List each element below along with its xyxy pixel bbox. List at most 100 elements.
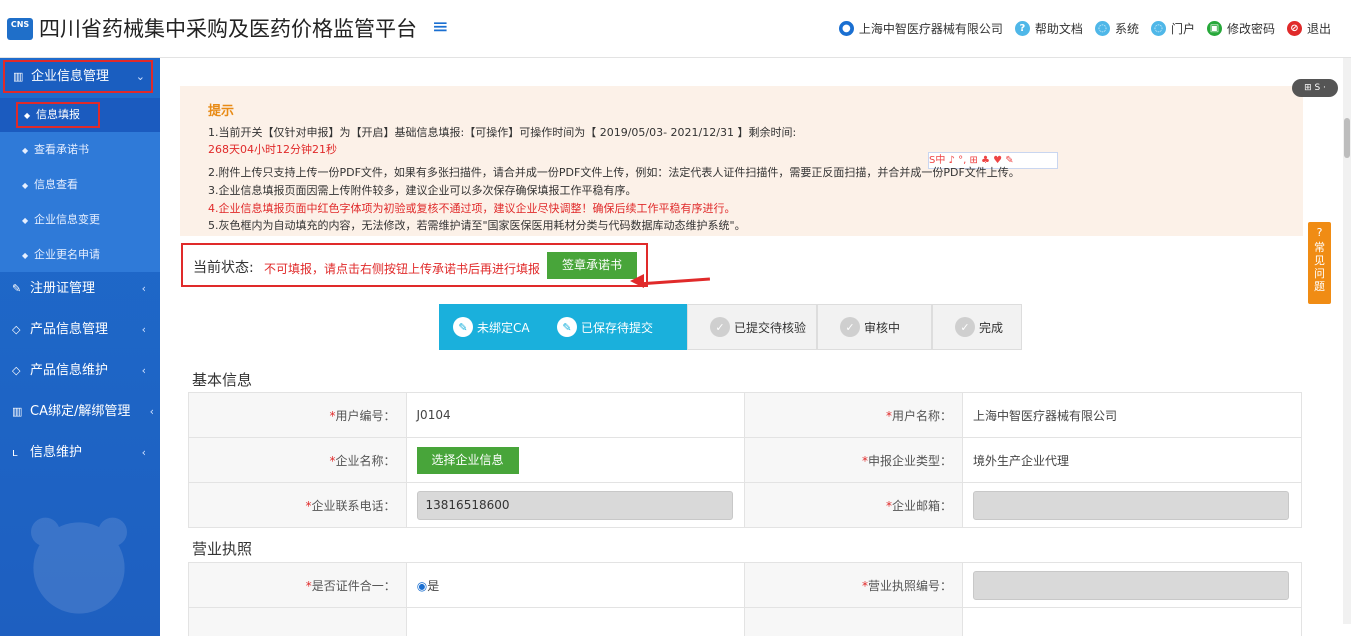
- table-row: *企业联系电话： 13816518600 *企业邮箱：: [188, 482, 1302, 528]
- sign-commitment-button[interactable]: 签章承诺书: [547, 252, 637, 279]
- tip-line-3: 3.企业信息填报页面因需上传附件较多，建议企业可以多次保存确保填报工作平稳有序。: [208, 184, 637, 197]
- bullet-icon: ◆: [22, 181, 29, 190]
- company-type-value: 境外生产企业代理: [962, 437, 1302, 483]
- company-cell: 选择企业信息: [405, 437, 746, 483]
- faq-label: 常见问题: [1314, 241, 1325, 293]
- user-name-value: 上海中智医疗器械有限公司: [962, 392, 1302, 438]
- wrench-icon: ʟ: [12, 446, 18, 459]
- empty-cell: [405, 607, 746, 636]
- arrow-line: [637, 277, 711, 286]
- sidebar-item-info-view[interactable]: ◆ 信息查看: [0, 167, 160, 202]
- status-label: 当前状态:: [193, 260, 254, 276]
- email-field[interactable]: [973, 490, 1289, 520]
- cube-icon: ◇: [12, 323, 21, 336]
- table-row: *企业名称： 选择企业信息 *申报企业类型： 境外生产企业代理: [188, 437, 1302, 483]
- phone-field[interactable]: 13816518600: [416, 490, 733, 520]
- chevron-left-icon: ‹: [141, 364, 146, 377]
- faq-tab[interactable]: ? 常见问题: [1308, 222, 1331, 304]
- tip-line-1: 1.当前开关【仅针对申报】为【开启】基础信息填报:【可操作】可操作时间为【 20…: [208, 126, 797, 139]
- bullet-icon: ◆: [22, 146, 29, 155]
- nav-portal[interactable]: ◌ 门户: [1150, 20, 1195, 37]
- select-company-button[interactable]: 选择企业信息: [416, 446, 519, 474]
- field-label: *企业邮箱：: [744, 482, 963, 528]
- field-label: *用户名称：: [744, 392, 963, 438]
- sidebar-submenu: ◆ 信息填报 ◆ 查看承诺书 ◆ 信息查看 ◆ 企业信息变更 ◆ 企业更名申请: [0, 98, 160, 272]
- scrollbar[interactable]: [1343, 58, 1351, 624]
- menu-toggle-icon[interactable]: ≡: [432, 14, 449, 38]
- check-icon: ✓: [840, 317, 860, 337]
- sidebar-item-product-info[interactable]: ◇ 产品信息管理 ‹: [0, 309, 160, 350]
- chevron-left-icon: ‹: [149, 405, 154, 418]
- sogou-ime-icon[interactable]: ⊞ S ·: [1292, 79, 1338, 97]
- field-label: *是否证件合一：: [188, 562, 407, 608]
- portal-icon: ◌: [1150, 21, 1166, 36]
- email-cell: [962, 482, 1302, 528]
- logout-icon: ⊘: [1286, 21, 1302, 36]
- chevron-left-icon: ‹: [141, 323, 146, 336]
- help-icon: ?: [1014, 21, 1030, 36]
- sidebar-item-product-maintain[interactable]: ◇ 产品信息维护 ‹: [0, 350, 160, 391]
- chevron-down-icon: ⌄: [135, 70, 145, 83]
- nav-user[interactable]: ● 上海中智医疗器械有限公司: [838, 20, 1003, 37]
- sidebar-item-view-commitment[interactable]: ◆ 查看承诺书: [0, 132, 160, 167]
- progress-steps: ✎ 未绑定CA ✎ 已保存待提交 ✓ 已提交待核验 ✓ 审核中 ✓ 完成: [439, 304, 1022, 350]
- bullet-icon: ◆: [24, 111, 31, 120]
- sidebar-item-company-info[interactable]: ▥ 企业信息管理 ⌄: [3, 60, 153, 93]
- main-content: 提示 1.当前开关【仅针对申报】为【开启】基础信息填报:【可操作】可操作时间为【…: [160, 58, 1343, 636]
- sidebar-item-info-maintain[interactable]: ʟ 信息维护 ‹: [0, 432, 160, 473]
- table-row: [188, 607, 1302, 636]
- sidebar-item-info-change[interactable]: ◆ 企业信息变更: [0, 202, 160, 237]
- sidebar-item-info-fill[interactable]: ◆ 信息填报: [0, 98, 160, 132]
- nav-logout[interactable]: ⊘ 退出: [1286, 20, 1331, 37]
- radio-yes-icon[interactable]: ◉: [417, 579, 427, 593]
- nav-system[interactable]: ◌ 系统: [1094, 20, 1139, 37]
- tip-box: 提示 1.当前开关【仅针对申报】为【开启】基础信息填报:【可操作】可操作时间为【…: [180, 86, 1303, 236]
- step-submitted: ✓ 已提交待核验: [687, 304, 817, 350]
- system-icon: ◌: [1094, 21, 1110, 36]
- field-label: *营业执照编号：: [744, 562, 963, 608]
- step-unbound-ca: ✎ 未绑定CA: [439, 304, 539, 350]
- app-title: 四川省药械集中采购及医药价格监管平台: [39, 17, 417, 41]
- user-id-value: J0104: [405, 392, 746, 438]
- table-row: *是否证件合一： ◉是 *营业执照编号：: [188, 562, 1302, 608]
- arrow-icon: [630, 274, 644, 288]
- merged-cell: ◉是: [405, 562, 746, 608]
- field-label: *企业联系电话：: [188, 482, 407, 528]
- edit-icon: ✎: [453, 317, 473, 337]
- sidebar-item-rename[interactable]: ◆ 企业更名申请: [0, 237, 160, 272]
- top-nav: ● 上海中智医疗器械有限公司 ? 帮助文档 ◌ 系统 ◌ 门户 ▣ 修改密码 ⊘ 退出: [827, 20, 1331, 37]
- edit-icon: ✎: [557, 317, 577, 337]
- sidebar-item-ca-binding[interactable]: ▥ CA绑定/解绑管理 ‹: [0, 391, 160, 432]
- license-no-cell: [962, 562, 1302, 608]
- top-header: CNS 四川省药械集中采购及医药价格监管平台 ≡ ● 上海中智医疗器械有限公司 ?…: [0, 0, 1351, 58]
- logo: CNS: [7, 18, 33, 40]
- nav-help-docs[interactable]: ? 帮助文档: [1014, 20, 1083, 37]
- tools-icon: ✎: [12, 282, 22, 295]
- question-icon: ?: [1316, 226, 1323, 239]
- scrollbar-thumb[interactable]: [1344, 118, 1350, 158]
- sidebar-item-registration[interactable]: ✎ 注册证管理 ‹: [0, 268, 160, 309]
- license-table: *是否证件合一： ◉是 *营业执照编号：: [188, 562, 1302, 636]
- section-license: 营业执照: [192, 540, 253, 558]
- panda-watermark-icon: [31, 517, 127, 614]
- current-status: 当前状态: 不可填报，请点击右侧按钮上传承诺书后再进行填报 签章承诺书: [181, 243, 648, 287]
- tip-countdown: 268天04小时12分钟21秒: [208, 143, 337, 156]
- field-label: [188, 607, 407, 636]
- cube-icon: ◇: [12, 364, 21, 377]
- section-basic-info: 基本信息: [192, 371, 253, 389]
- empty-cell: [962, 607, 1302, 636]
- nav-change-password[interactable]: ▣ 修改密码: [1206, 20, 1275, 37]
- check-icon: ✓: [710, 317, 730, 337]
- status-text: 不可填报，请点击右侧按钮上传承诺书后再进行填报: [264, 262, 541, 276]
- license-no-field[interactable]: [973, 570, 1289, 600]
- field-label: *申报企业类型：: [744, 437, 963, 483]
- chevron-left-icon: ‹: [141, 282, 146, 295]
- step-saved: ✎ 已保存待提交: [539, 304, 687, 350]
- step-reviewing: ✓ 审核中: [817, 304, 932, 350]
- user-icon: ●: [838, 21, 854, 36]
- tip-line-5: 5.灰色框内为自动填充的内容，无法修改，若需维护请至"国家医保医用耗材分类与代码…: [208, 219, 746, 232]
- basic-info-table: *用户编号： J0104 *用户名称： 上海中智医疗器械有限公司 *企业名称： …: [188, 392, 1302, 528]
- chart-icon: ▥: [12, 405, 23, 418]
- check-icon: ✓: [955, 317, 975, 337]
- tip-line-2: 2.附件上传只支持上传一份PDF文件，如果有多张扫描件，请合并成一份PDF文件上…: [208, 166, 1020, 179]
